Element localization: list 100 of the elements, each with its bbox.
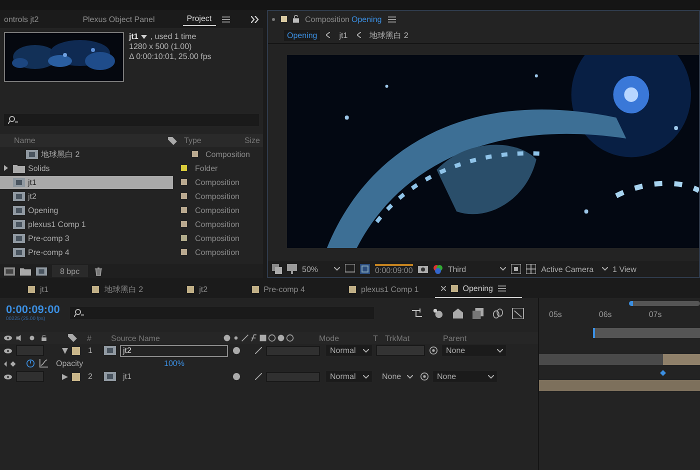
close-icon[interactable] [440,286,446,291]
composition-icon [13,192,25,200]
keyframe-icon[interactable] [660,370,666,376]
tab-label: jt2 [199,284,208,294]
tab-label: Opening [462,284,493,293]
transparency-grid-icon[interactable] [526,264,536,274]
expand-icon[interactable] [4,165,8,171]
composition-icon [13,220,25,228]
graph-editor-icon[interactable] [512,308,524,318]
breadcrumb[interactable]: jt1 [336,30,351,40]
item-type: Composition [195,178,240,186]
parent-dropdown[interactable]: None [433,371,497,382]
project-item[interactable]: 地球黑白 2 Composition [0,147,250,161]
trash-icon[interactable] [92,266,104,276]
folder-icon[interactable] [20,266,31,276]
timeline-tab[interactable]: Opening [434,280,522,298]
panel-tab[interactable]: ontrols jt2 [0,12,43,26]
tab-label: jt1 [40,284,48,294]
menu-icon[interactable] [222,16,230,22]
eye-icon[interactable] [4,348,12,354]
speaker-icon [16,335,24,341]
search-field[interactable] [70,307,374,319]
time-marker: 07s [648,310,662,321]
trackmatte-cell[interactable] [376,345,425,356]
stopwatch-icon[interactable] [26,359,35,368]
mode-dropdown[interactable]: Normal [326,371,372,382]
zoom-dropdown[interactable]: 50% [302,264,340,274]
views-dropdown[interactable]: 1 View [612,264,636,274]
dimensions-text: 1280 x 500 (1.00) [129,42,193,52]
usage-text: , used 1 time [150,32,196,42]
menu-icon[interactable] [388,16,396,22]
label-swatch[interactable] [181,179,187,185]
monitor-icon[interactable] [287,264,297,274]
camera-dropdown[interactable]: Active Camera [541,264,608,274]
panel-tab[interactable]: Plexus Object Panel [78,12,159,26]
label-swatch[interactable] [181,221,187,227]
expand-icon[interactable] [62,374,68,380]
timeline-tab[interactable]: Pre-comp 4 [224,281,321,297]
project-item[interactable]: Pre-comp 3 Composition [0,231,250,245]
layer-name[interactable]: jt2 [120,344,228,356]
graph-icon[interactable] [39,359,48,368]
composition-icon [13,234,25,242]
breadcrumb[interactable]: 地球黑白 2 [366,28,412,42]
timeline-tab[interactable]: 地球黑白 2 [64,281,160,297]
color-channels-icon[interactable] [432,264,443,274]
composition-icon [13,178,25,186]
breadcrumb[interactable]: Opening [284,30,320,40]
item-type: Composition [206,150,250,158]
item-name: 地球黑白 2 [41,148,80,160]
project-item[interactable]: jt2 Composition [0,189,250,203]
solo-icon [28,335,36,341]
caret-icon [488,374,494,378]
lock-icon[interactable] [293,15,299,23]
composition-icon [104,346,116,355]
panel-title: Composition [305,14,350,24]
current-time[interactable]: 0:00:09:00 [6,304,60,316]
label-swatch[interactable] [181,207,187,213]
project-item[interactable]: Opening Composition [0,203,250,217]
item-name: jt1 [28,178,36,186]
project-item[interactable]: Pre-comp 4 Composition [0,245,250,259]
label-swatch[interactable] [181,165,187,171]
trackmatte-dropdown[interactable]: None [376,371,416,382]
label-swatch [72,346,80,354]
pickwhip-icon[interactable] [429,346,438,355]
chevrons-icon[interactable] [251,16,259,22]
label-swatch[interactable] [192,151,198,157]
caret-icon [363,374,369,378]
timeline-tab[interactable]: jt2 [159,281,224,297]
duration-text: Δ 0:00:10:01, 25.00 fps [129,52,212,62]
pickwhip-icon[interactable] [420,372,429,381]
tab-label: plexus1 Comp 1 [360,284,419,294]
eye-icon[interactable] [4,374,12,380]
resolution-dropdown[interactable]: Third [448,264,506,274]
parent-dropdown[interactable]: None [442,345,506,356]
project-item[interactable]: Solids Folder [0,161,250,175]
search-field[interactable] [4,114,259,126]
label-swatch[interactable] [181,249,187,255]
item-type: Composition [195,206,240,214]
label-swatch[interactable] [181,235,187,241]
caret-icon [334,267,340,271]
time-marker: 06s [598,310,612,321]
expand-icon[interactable] [62,348,68,354]
layer-name[interactable]: jt1 [120,370,228,382]
mode-dropdown[interactable]: Normal [326,345,372,356]
bit-depth-button[interactable]: 8 bpc [52,265,88,277]
search-icon [8,116,18,124]
project-item[interactable]: plexus1 Comp 1 Composition [0,217,250,231]
camera-icon[interactable] [418,264,428,274]
item-type: Composition [195,192,240,200]
tag-icon [168,136,177,144]
timeline-tab[interactable]: plexus1 Comp 1 [320,281,435,297]
panel-tab[interactable]: Project [182,12,216,26]
current-time[interactable]: 0:00:09:00 [375,264,413,274]
column-header: Parent [443,334,467,342]
dropdown-icon[interactable] [141,35,148,39]
menu-icon[interactable] [498,285,506,292]
label-swatch [348,286,356,292]
composition-icon[interactable] [36,266,47,276]
label-swatch[interactable] [181,193,187,199]
timeline-tab[interactable]: jt1 [0,281,64,297]
